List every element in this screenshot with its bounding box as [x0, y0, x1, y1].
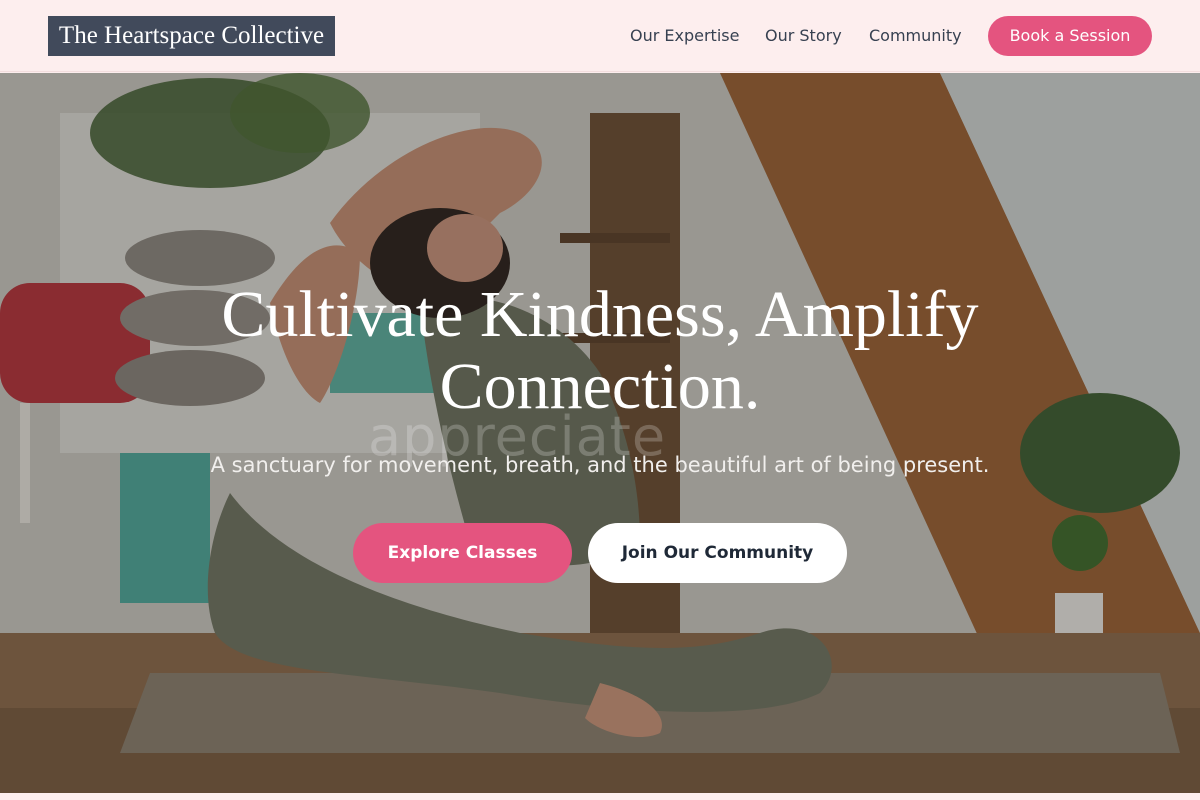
hero-subtitle: A sanctuary for movement, breath, and th… — [210, 453, 990, 477]
hero-title: Cultivate Kindness, Amplify Connection. — [221, 278, 979, 423]
join-community-button[interactable]: Join Our Community — [588, 523, 847, 583]
nav-link-community[interactable]: Community — [869, 0, 962, 72]
book-session-button[interactable]: Book a Session — [988, 16, 1152, 56]
site-header: The Heartspace Collective Our Expertise … — [0, 0, 1200, 72]
nav-link-our-story[interactable]: Our Story — [765, 0, 842, 72]
site-logo[interactable]: The Heartspace Collective — [48, 16, 335, 56]
nav-link-our-expertise[interactable]: Our Expertise — [630, 0, 739, 72]
page-bottom-edge — [0, 793, 1200, 800]
explore-classes-button[interactable]: Explore Classes — [353, 523, 572, 583]
hero-section: appreciate Cultivate Kindness, Amplify C… — [0, 73, 1200, 793]
